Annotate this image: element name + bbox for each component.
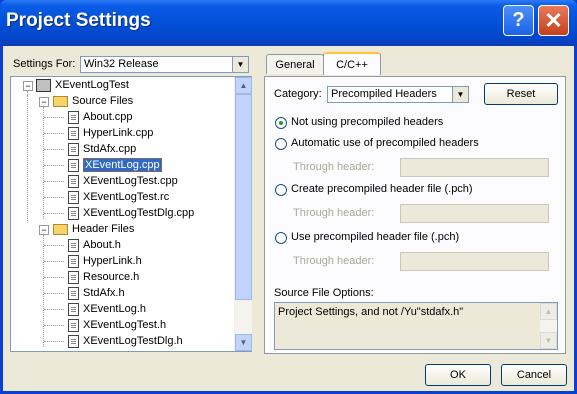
option-label[interactable]: Not using precompiled headers xyxy=(291,116,443,128)
tree-file-item[interactable]: XEventLog.h xyxy=(68,301,146,317)
option-radio[interactable] xyxy=(275,232,287,244)
option-radio[interactable] xyxy=(275,184,287,196)
project-tree[interactable]: − XEventLogTest − Source Files About.cpp… xyxy=(10,76,252,352)
settings-for-dropdown[interactable]: Win32 Release ▼ xyxy=(80,56,249,73)
tree-file-label: XEventLog.cpp xyxy=(83,158,162,172)
tree-file-item[interactable]: HyperLink.cpp xyxy=(68,125,153,141)
tree-file-label: Resource.h xyxy=(83,271,140,283)
file-icon xyxy=(68,334,79,348)
file-icon xyxy=(68,158,79,172)
project-icon xyxy=(36,78,51,92)
tree-file-item[interactable]: XEventLogTest.rc xyxy=(68,189,169,205)
reset-button[interactable]: Reset xyxy=(484,83,558,105)
file-icon xyxy=(68,286,79,300)
category-dropdown[interactable]: Precompiled Headers ▼ xyxy=(327,86,469,103)
tree-file-item[interactable]: About.h xyxy=(68,237,121,253)
chevron-down-icon[interactable]: ▼ xyxy=(452,87,468,102)
tree-file-label: XEventLogTest.cpp xyxy=(83,175,178,187)
tree-file-item[interactable]: StdAfx.cpp xyxy=(68,141,136,157)
through-header-field xyxy=(400,252,549,271)
file-icon xyxy=(68,318,79,332)
through-header-label: Through header: xyxy=(293,207,375,219)
tree-file-label: About.cpp xyxy=(83,111,133,123)
through-header-field xyxy=(400,204,549,223)
category-value: Precompiled Headers xyxy=(331,88,437,100)
tree-root[interactable]: XEventLogTest xyxy=(36,77,129,93)
tree-file-label: XEventLogTestDlg.cpp xyxy=(83,207,195,219)
tree-file-item[interactable]: XEventLogTest.cpp xyxy=(68,173,178,189)
folder-icon xyxy=(53,223,68,235)
tree-file-label: XEventLogTest.h xyxy=(83,319,167,331)
close-icon: ✕ xyxy=(544,7,563,33)
tree-file-label: About.h xyxy=(83,239,121,251)
source-file-options-label: Source File Options: xyxy=(274,287,374,299)
tree-root-label: XEventLogTest xyxy=(55,79,129,91)
folder-icon xyxy=(53,95,68,107)
cancel-button[interactable]: Cancel xyxy=(501,364,567,386)
tree-file-label: HyperLink.cpp xyxy=(83,127,154,139)
title-bar[interactable]: Project Settings ? ✕ xyxy=(0,0,577,46)
tree-file-label: StdAfx.cpp xyxy=(83,143,137,155)
tree-file-item[interactable]: XEventLogTestDlg.cpp xyxy=(68,205,194,221)
option-label[interactable]: Automatic use of precompiled headers xyxy=(291,137,479,149)
tree-file-label: XEventLogTestDlg.h xyxy=(83,335,183,347)
file-icon xyxy=(68,126,79,140)
source-file-options-value: Project Settings, and not /Yu"stdafx.h" xyxy=(278,306,464,318)
file-icon xyxy=(68,302,79,316)
option-label[interactable]: Create precompiled header file (.pch) xyxy=(291,183,473,195)
tree-file-item[interactable]: XEventLog.cpp xyxy=(68,157,162,173)
tree-file-label: XEventLogTest.rc xyxy=(83,191,170,203)
tree-file-label: HyperLink.h xyxy=(83,255,142,267)
dialog-window: Project Settings ? ✕ Settings For: Win32… xyxy=(0,0,577,394)
tree-file-item[interactable]: StdAfx.h xyxy=(68,285,125,301)
through-header-label: Through header: xyxy=(293,255,375,267)
scroll-down-icon: ▼ xyxy=(540,332,557,349)
tree-folder-source[interactable]: Source Files xyxy=(53,93,133,109)
settings-for-value: Win32 Release xyxy=(84,58,159,70)
collapse-icon[interactable]: − xyxy=(39,225,49,235)
tree-file-item[interactable]: About.cpp xyxy=(68,109,133,125)
window-title: Project Settings xyxy=(6,10,151,31)
ok-button[interactable]: OK xyxy=(425,364,491,386)
tree-file-item[interactable]: HyperLink.h xyxy=(68,253,142,269)
tree-file-item[interactable]: XEventLogTest.h xyxy=(68,317,166,333)
scroll-up-icon: ▲ xyxy=(540,303,557,320)
file-icon xyxy=(68,142,79,156)
file-icon xyxy=(68,254,79,268)
scroll-thumb[interactable] xyxy=(235,94,252,300)
file-icon xyxy=(68,190,79,204)
scroll-down-icon[interactable]: ▼ xyxy=(235,334,252,351)
option-radio[interactable] xyxy=(275,117,287,129)
file-icon xyxy=(68,270,79,284)
tree-file-label: XEventLog.h xyxy=(83,303,146,315)
help-button[interactable]: ? xyxy=(503,5,534,36)
file-icon xyxy=(68,206,79,220)
options-scrollbar[interactable]: ▲ ▼ xyxy=(540,303,557,349)
tree-scrollbar[interactable]: ▲ ▼ xyxy=(234,77,252,351)
chevron-down-icon[interactable]: ▼ xyxy=(232,57,248,72)
tree-folder-header[interactable]: Header Files xyxy=(53,221,134,237)
tab-general[interactable]: General xyxy=(266,54,324,74)
through-header-label: Through header: xyxy=(293,161,375,173)
source-file-options-text[interactable]: Project Settings, and not /Yu"stdafx.h" … xyxy=(274,302,558,350)
file-icon xyxy=(68,174,79,188)
through-header-field xyxy=(400,158,549,177)
collapse-icon[interactable]: − xyxy=(23,81,33,91)
option-label[interactable]: Use precompiled header file (.pch) xyxy=(291,231,459,243)
tree-file-label: StdAfx.h xyxy=(83,287,125,299)
file-icon xyxy=(68,110,79,124)
folder-label: Source Files xyxy=(72,95,134,107)
scroll-up-icon[interactable]: ▲ xyxy=(235,77,252,94)
tree-file-item[interactable]: Resource.h xyxy=(68,269,139,285)
collapse-icon[interactable]: − xyxy=(39,97,49,107)
tree-file-item[interactable]: XEventLogTestDlg.h xyxy=(68,333,183,349)
question-mark-icon: ? xyxy=(512,9,525,31)
category-label: Category: xyxy=(274,88,322,100)
settings-for-label: Settings For: xyxy=(13,58,76,70)
folder-label: Header Files xyxy=(72,223,135,235)
file-icon xyxy=(68,238,79,252)
close-button[interactable]: ✕ xyxy=(538,5,569,36)
tab-c-cpp[interactable]: C/C++ xyxy=(323,52,381,75)
option-radio[interactable] xyxy=(275,138,287,150)
